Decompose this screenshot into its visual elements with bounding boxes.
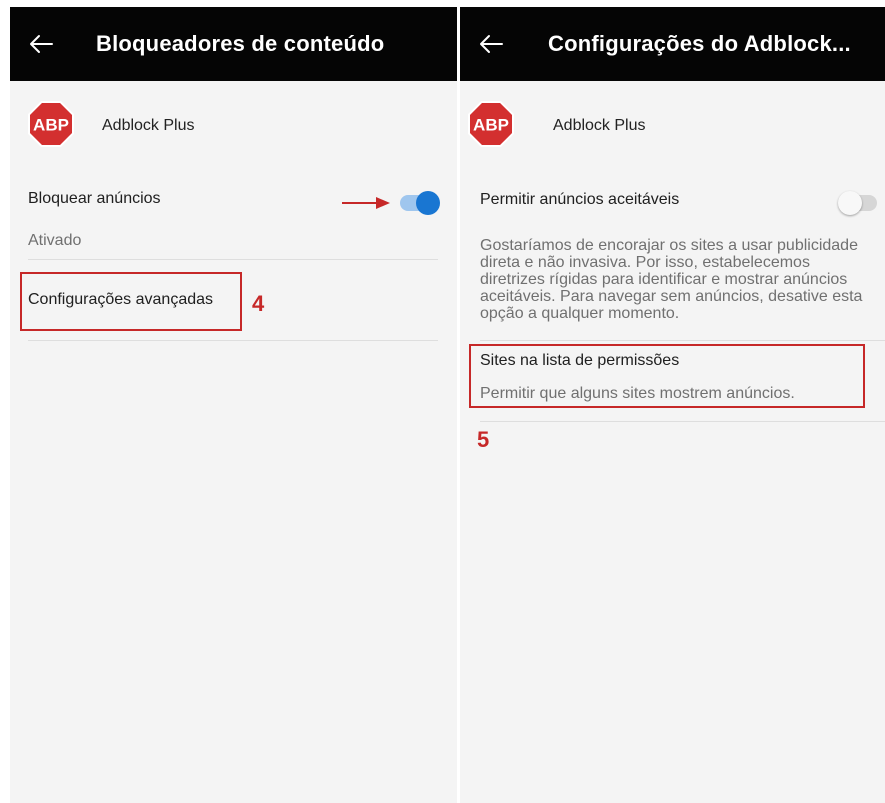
block-ads-status: Ativado (28, 232, 82, 249)
adblock-plus-logo-icon: ABP (468, 101, 514, 147)
description-line: diretrizes rígidas para identificar e mo… (480, 271, 848, 288)
description-line: direta e não invasiva. Por isso, estabel… (480, 254, 810, 271)
right-screen: Configurações do Adblock... ABP Adblock … (460, 7, 885, 803)
page-title: Configurações do Adblock... (548, 31, 851, 56)
toggle-thumb (416, 191, 440, 215)
acceptable-ads-description: Gostaríamos de encorajar os sites a usar… (480, 237, 885, 322)
divider (480, 340, 885, 341)
acceptable-ads-label[interactable]: Permitir anúncios aceitáveis (480, 191, 679, 209)
block-ads-label[interactable]: Bloquear anúncios (28, 190, 161, 208)
page-title: Bloqueadores de conteúdo (96, 31, 385, 56)
description-line: opção a qualquer momento. (480, 305, 680, 322)
arrow-right-annotation-icon (342, 197, 390, 209)
whitelist-sites-description: Permitir que alguns sites mostrem anúnci… (480, 385, 795, 402)
arrow-left-icon[interactable] (26, 29, 56, 59)
app-name: Adblock Plus (102, 117, 195, 134)
app-name: Adblock Plus (553, 117, 646, 134)
whitelist-sites-item[interactable]: Sites na lista de permissões (480, 352, 679, 370)
advanced-settings-item[interactable]: Configurações avançadas (28, 291, 213, 309)
divider (480, 421, 885, 422)
arrow-left-icon[interactable] (476, 29, 506, 59)
left-screen: Bloqueadores de conteúdo ABP Adblock Plu… (10, 7, 457, 803)
toggle-thumb (838, 191, 862, 215)
app-bar: Configurações do Adblock... (460, 7, 885, 81)
logo-text: ABP (33, 116, 69, 135)
divider (28, 340, 438, 341)
description-line: Gostaríamos de encorajar os sites a usar… (480, 237, 858, 254)
divider (28, 259, 438, 260)
adblock-plus-logo-icon: ABP (28, 101, 74, 147)
step-number: 4 (252, 291, 265, 316)
step-number: 5 (477, 427, 490, 452)
logo-text: ABP (473, 116, 509, 135)
app-bar: Bloqueadores de conteúdo (10, 7, 457, 81)
description-line: aceitáveis. Para navegar sem anúncios, d… (480, 288, 863, 305)
